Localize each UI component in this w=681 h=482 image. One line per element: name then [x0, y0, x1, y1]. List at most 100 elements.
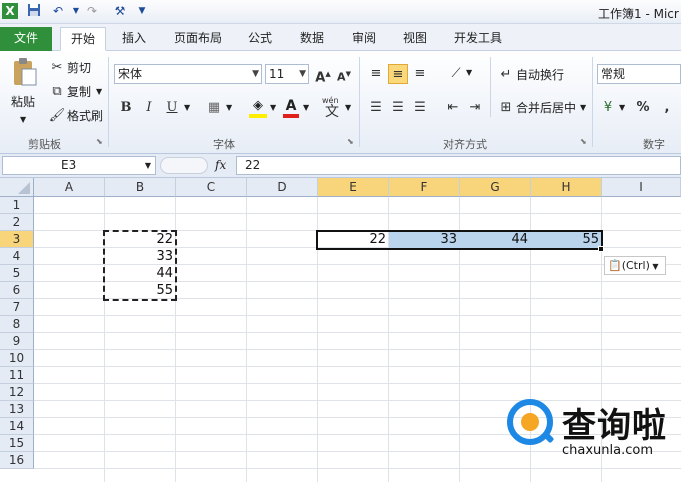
tab-file[interactable]: 文件 [0, 27, 52, 51]
borders-dropdown-icon[interactable]: ▼ [226, 103, 232, 112]
column-header-g[interactable]: G [460, 178, 531, 197]
align-left-icon[interactable]: ☰ [366, 98, 386, 118]
orientation-dropdown-icon[interactable]: ▼ [466, 68, 472, 77]
undo-dropdown-icon[interactable]: ▼ [68, 3, 84, 19]
quick-access-dropdown-icon[interactable]: ▼ [134, 3, 150, 19]
column-header-i[interactable]: I [602, 178, 681, 197]
cut-button[interactable]: 剪切 [67, 59, 91, 77]
save-icon[interactable] [26, 3, 42, 19]
phonetic-icon[interactable]: 文 [322, 102, 342, 122]
row-header-5[interactable]: 5 [0, 265, 34, 282]
row-header-9[interactable]: 9 [0, 333, 34, 350]
align-bottom-icon[interactable]: ≡ [410, 64, 430, 84]
wrap-text-icon[interactable]: ↵ [496, 65, 516, 85]
underline-dropdown-icon[interactable]: ▼ [184, 103, 190, 112]
merge-center-icon[interactable]: ⊞ [496, 98, 516, 118]
fill-color-icon[interactable]: ◈ [247, 98, 269, 120]
alignment-launcher-icon[interactable]: ⬊ [580, 137, 587, 146]
row-header-2[interactable]: 2 [0, 214, 34, 231]
insert-function-button[interactable]: fx [215, 158, 226, 172]
row-header-16[interactable]: 16 [0, 452, 34, 469]
tab-review[interactable]: 审阅 [342, 27, 386, 51]
percent-button[interactable]: % [633, 98, 653, 118]
tab-data[interactable]: 数据 [290, 27, 334, 51]
align-top-icon[interactable]: ≡ [366, 64, 386, 84]
fill-handle[interactable] [598, 246, 604, 252]
formula-bar-resize-handle[interactable] [160, 157, 208, 174]
borders-icon[interactable]: ▦ [204, 98, 224, 118]
row-header-8[interactable]: 8 [0, 316, 34, 333]
column-header-d[interactable]: D [247, 178, 318, 197]
copy-button[interactable]: 复制 [67, 83, 91, 101]
italic-button[interactable]: I [139, 98, 159, 118]
name-box[interactable]: E3 ▼ [2, 156, 156, 175]
clipboard-launcher-icon[interactable]: ⬊ [96, 137, 103, 146]
formula-input[interactable]: 22 [236, 156, 681, 175]
orientation-icon[interactable]: ⟋ [446, 64, 466, 84]
column-header-h[interactable]: H [531, 178, 602, 197]
gridline [34, 213, 681, 214]
phonetic-dropdown-icon[interactable]: ▼ [345, 103, 351, 112]
tab-developer[interactable]: 开发工具 [444, 27, 512, 51]
column-header-c[interactable]: C [176, 178, 247, 197]
paste-icon[interactable] [12, 57, 38, 87]
row-header-13[interactable]: 13 [0, 401, 34, 418]
align-right-icon[interactable]: ☰ [410, 98, 430, 118]
customize-icon[interactable]: ⚒ [112, 3, 128, 19]
wrap-text-button[interactable]: 自动换行 [516, 66, 564, 84]
undo-icon[interactable]: ↶ [50, 3, 66, 19]
font-launcher-icon[interactable]: ⬊ [347, 137, 354, 146]
comma-button[interactable]: , [657, 98, 677, 118]
font-name-select[interactable]: 宋体 ▼ [114, 64, 262, 84]
row-header-10[interactable]: 10 [0, 350, 34, 367]
row-header-7[interactable]: 7 [0, 299, 34, 316]
row-header-15[interactable]: 15 [0, 435, 34, 452]
merge-dropdown-icon[interactable]: ▼ [580, 103, 586, 112]
column-header-b[interactable]: B [105, 178, 176, 197]
number-format-select[interactable]: 常规 [597, 64, 681, 84]
tab-home[interactable]: 开始 [60, 27, 107, 51]
grow-font-button[interactable]: A▲ [313, 64, 333, 85]
bold-button[interactable]: B [116, 98, 136, 118]
row-header-11[interactable]: 11 [0, 367, 34, 384]
paste-button[interactable]: 粘贴 [11, 93, 35, 111]
gridline [34, 349, 681, 350]
alignment-group-label: 对齐方式 [443, 138, 487, 151]
tab-insert[interactable]: 插入 [112, 27, 156, 51]
tab-formulas[interactable]: 公式 [238, 27, 282, 51]
row-header-6[interactable]: 6 [0, 282, 34, 299]
scissors-icon[interactable]: ✂ [47, 58, 67, 78]
column-header-f[interactable]: F [389, 178, 460, 197]
decrease-indent-icon[interactable]: ⇤ [443, 98, 463, 118]
align-middle-icon[interactable]: ≡ [388, 64, 408, 84]
underline-button[interactable]: U [162, 98, 182, 118]
fill-color-dropdown-icon[interactable]: ▼ [270, 103, 276, 112]
copy-icon[interactable]: ⧉ [47, 82, 67, 102]
column-header-a[interactable]: A [34, 178, 105, 197]
row-header-1[interactable]: 1 [0, 197, 34, 214]
row-header-12[interactable]: 12 [0, 384, 34, 401]
paste-options-button[interactable]: 📋(Ctrl) ▼ [604, 256, 666, 275]
align-center-icon[interactable]: ☰ [388, 98, 408, 118]
increase-indent-icon[interactable]: ⇥ [465, 98, 485, 118]
font-color-icon[interactable]: A [281, 98, 301, 120]
redo-icon[interactable]: ↷ [84, 3, 100, 19]
tab-view[interactable]: 视图 [393, 27, 437, 51]
font-color-dropdown-icon[interactable]: ▼ [303, 103, 309, 112]
currency-icon[interactable]: ¥ [598, 98, 618, 118]
paste-dropdown-icon[interactable]: ▼ [20, 111, 26, 129]
row-header-14[interactable]: 14 [0, 418, 34, 435]
select-all-button[interactable] [0, 178, 34, 197]
column-header-e[interactable]: E [318, 178, 389, 197]
watermark-logo-icon [507, 399, 554, 445]
format-painter-icon[interactable]: 🖌 [47, 106, 67, 126]
format-painter-button[interactable]: 格式刷 [67, 107, 103, 125]
shrink-font-button[interactable]: A▼ [334, 64, 354, 84]
copy-dropdown-icon[interactable]: ▼ [96, 83, 102, 101]
merge-center-button[interactable]: 合并后居中 [516, 99, 576, 117]
row-header-3[interactable]: 3 [0, 231, 34, 248]
currency-dropdown-icon[interactable]: ▼ [619, 103, 625, 112]
row-header-4[interactable]: 4 [0, 248, 34, 265]
tab-page-layout[interactable]: 页面布局 [164, 27, 232, 51]
font-size-select[interactable]: 11 ▼ [265, 64, 309, 84]
